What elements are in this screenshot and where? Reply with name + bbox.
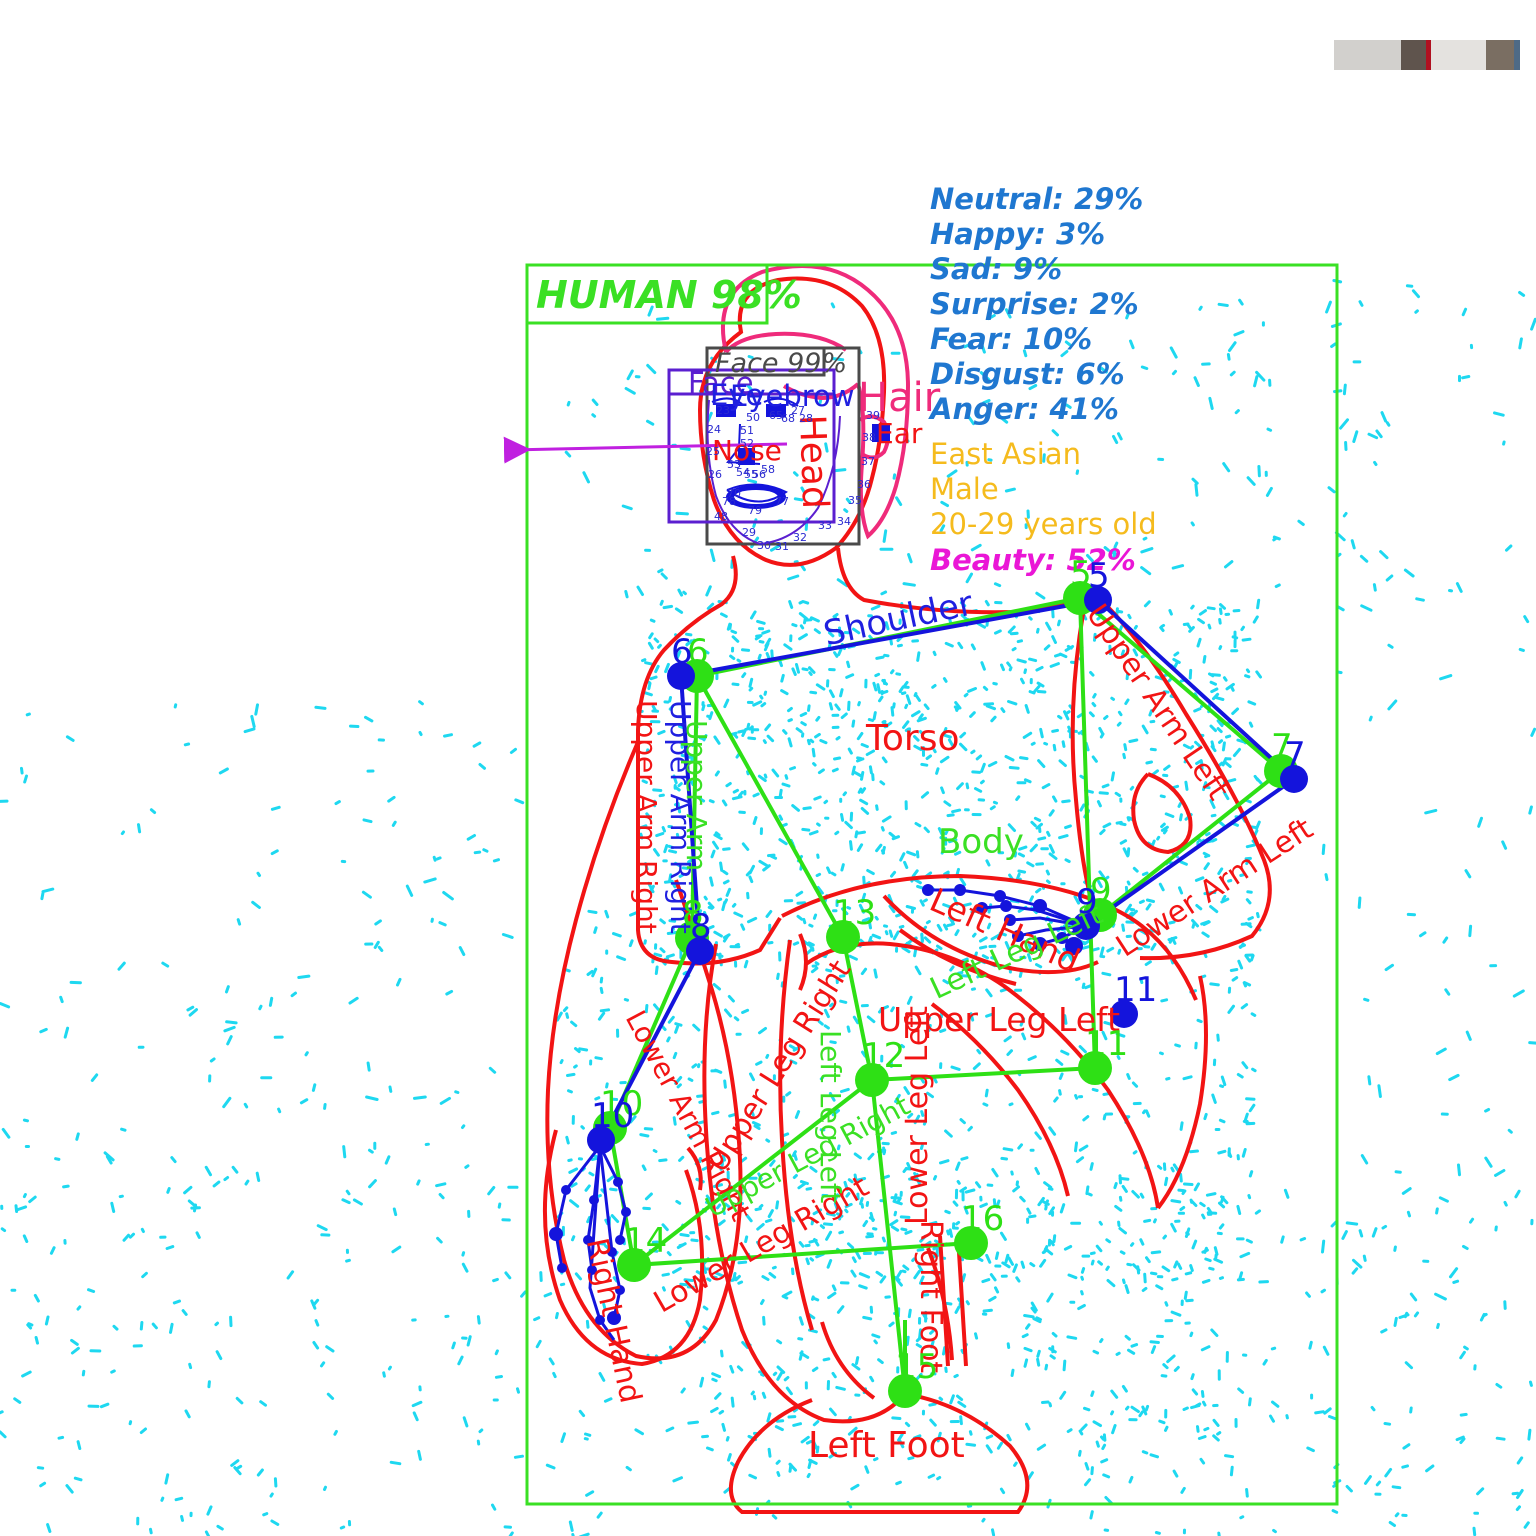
demographic-age: 20-29 years old	[930, 507, 1157, 541]
face-landmark-index-78: 78	[722, 495, 736, 508]
face-landmark-index-29: 29	[742, 526, 756, 539]
part-label-left-leg-left-2: Left Leg Left	[814, 1030, 847, 1204]
part-label-ear: Ear	[876, 417, 923, 450]
emotion-fear: Fear: 10%	[930, 322, 1093, 356]
emotion-surprise: Surprise: 2%	[930, 287, 1139, 321]
keypoint-index-5: 5	[1088, 556, 1110, 596]
face-landmark-index-25: 25	[706, 445, 720, 458]
face-landmark-index-68: 68	[781, 412, 795, 425]
emotion-happy: Happy: 3%	[930, 217, 1106, 251]
emotion-attribute-list: Neutral: 29% Happy: 3% Sad: 9% Surprise: 2%…	[930, 182, 1143, 427]
face-landmark-index-77: 77	[775, 495, 789, 508]
face-landmark-index-35: 35	[848, 494, 862, 507]
annotation-canvas: HUMAN 98% Face 99% Neutral: 29% Happy: 3%…	[0, 0, 1536, 1536]
face-landmark-index-26: 26	[708, 468, 722, 481]
face-landmark-index-31: 31	[775, 540, 789, 553]
face-landmark-index-36: 36	[857, 478, 871, 491]
part-label-head: Head	[791, 414, 836, 510]
keypoint-index-15: 15	[895, 1347, 939, 1387]
face-landmark-index-50: 50	[746, 411, 760, 424]
part-label-upper-arm-g: Upper Arm	[680, 720, 713, 872]
emotion-disgust: Disgust: 6%	[930, 357, 1125, 391]
emotion-sad: Sad: 9%	[930, 252, 1063, 286]
demographic-ethnicity: East Asian	[930, 437, 1081, 471]
face-landmark-index-38: 38	[862, 431, 876, 444]
part-label-torso: Torso	[866, 718, 960, 759]
emotion-anger: Anger: 41%	[930, 392, 1119, 426]
part-label-body: Body	[938, 822, 1024, 862]
keypoint-index-16: 16	[961, 1199, 1005, 1239]
face-landmark-index-32: 32	[793, 531, 807, 544]
keypoint-index-11: 11	[1114, 970, 1158, 1010]
face-landmark-index-28: 28	[799, 412, 813, 425]
face-landmark-index-23: 23	[716, 404, 730, 417]
keypoint-index-12: 12	[862, 1036, 906, 1076]
keypoint-index-7: 7	[1284, 735, 1306, 775]
person-detection-label: HUMAN 98%	[536, 273, 802, 317]
face-landmark-index-51: 51	[740, 424, 754, 437]
face-landmark-index-79: 79	[748, 504, 762, 517]
keypoint-index-14: 14	[624, 1221, 668, 1261]
face-landmark-index-37: 37	[861, 455, 875, 468]
keypoint-index-6: 6	[671, 632, 693, 672]
part-label-upper-arm-right: Upper Arm Right	[630, 700, 663, 934]
face-landmark-index-30: 30	[757, 539, 771, 552]
keypoint-index-11: 11	[1085, 1024, 1129, 1064]
face-landmark-index-34: 34	[837, 515, 851, 528]
keypoint-index-8: 8	[690, 907, 712, 947]
keypoint-index-9: 9	[1076, 882, 1098, 922]
face-landmark-index-33: 33	[818, 519, 832, 532]
face-landmark-index-52: 52	[740, 437, 754, 450]
face-landmark-index-48: 48	[714, 510, 728, 523]
keypoint-index-13: 13	[833, 893, 877, 933]
demographic-gender: Male	[930, 472, 999, 506]
keypoint-index-10: 10	[591, 1096, 635, 1136]
part-label-left-foot: Left Foot	[808, 1425, 965, 1466]
face-landmark-index-58: 58	[761, 463, 775, 476]
demographic-attribute-list: East Asian Male 20-29 years old	[930, 437, 1157, 542]
face-landmark-index-24: 24	[707, 423, 721, 436]
emotion-neutral: Neutral: 29%	[930, 182, 1144, 216]
face-landmark-index-39: 39	[866, 409, 880, 422]
